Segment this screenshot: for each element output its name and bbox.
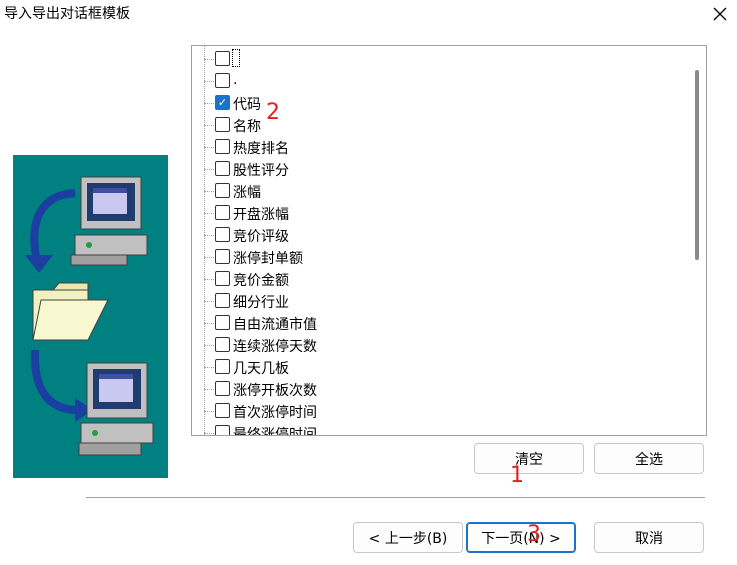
tree-stub xyxy=(204,323,214,324)
item-checkbox[interactable] xyxy=(215,315,230,330)
item-checkbox[interactable] xyxy=(215,161,230,176)
computer-icon-bottom xyxy=(78,362,154,456)
item-label: 连续涨停天数 xyxy=(233,339,317,355)
list-item[interactable]: 涨停封单额 xyxy=(192,246,682,268)
item-checkbox[interactable] xyxy=(215,271,230,286)
item-checkbox[interactable] xyxy=(215,381,230,396)
check-icon: ✓ xyxy=(217,96,228,109)
divider xyxy=(86,497,705,498)
clear-button[interactable]: 清空 xyxy=(474,443,584,474)
scrollbar[interactable] xyxy=(692,46,705,435)
list-item[interactable]: 细分行业 xyxy=(192,290,682,312)
item-checkbox[interactable] xyxy=(215,403,230,418)
list-item[interactable]: 竞价金额 xyxy=(192,268,682,290)
list-item[interactable]: 几天几板 xyxy=(192,356,682,378)
tree-stub xyxy=(204,257,214,258)
item-checkbox[interactable]: ✓ xyxy=(215,95,230,110)
tree-stub xyxy=(204,213,214,214)
title-bar: 导入导出对话框模板 xyxy=(0,0,737,28)
item-label: 竞价金额 xyxy=(233,273,289,289)
wizard-illustration xyxy=(13,155,168,478)
arrow-icon-bottom xyxy=(30,349,79,414)
tree-stub xyxy=(204,367,214,368)
item-label: 自由流通市值 xyxy=(233,317,317,333)
tree-stub xyxy=(204,389,214,390)
tree-stub xyxy=(204,59,214,60)
item-label: 涨幅 xyxy=(233,185,261,201)
select-all-button[interactable]: 全选 xyxy=(594,443,704,474)
annotation-2: 2 xyxy=(266,100,280,125)
tree-stub xyxy=(204,191,214,192)
arrow-icon-top xyxy=(30,189,76,266)
item-checkbox[interactable] xyxy=(215,205,230,220)
tree-stub xyxy=(204,169,214,170)
close-icon xyxy=(713,7,726,21)
computer-icon-top xyxy=(70,176,148,266)
item-label: 股性评分 xyxy=(233,163,289,179)
item-label: 几天几板 xyxy=(233,361,289,377)
item-label: 细分行业 xyxy=(233,295,289,311)
item-label: . xyxy=(233,72,238,88)
item-label: 开盘涨幅 xyxy=(233,207,289,223)
item-checkbox[interactable] xyxy=(215,73,230,88)
dialog-title: 导入导出对话框模板 xyxy=(4,6,130,22)
tree-stub xyxy=(204,147,214,148)
list-item[interactable]: 连续涨停天数 xyxy=(192,334,682,356)
item-label: 首次涨停时间 xyxy=(233,405,317,421)
item-label: 竞价评级 xyxy=(233,229,289,245)
tree-stub xyxy=(204,433,214,434)
item-label: 涨停封单额 xyxy=(233,251,303,267)
tree-stub xyxy=(204,81,214,82)
list-item[interactable]: 竞价评级 xyxy=(192,224,682,246)
tree-stub xyxy=(204,301,214,302)
item-checkbox[interactable] xyxy=(215,183,230,198)
item-label: 代码 xyxy=(233,97,261,113)
item-label: 名称 xyxy=(233,119,261,135)
scrollbar-thumb[interactable] xyxy=(695,70,699,260)
tree-stub xyxy=(204,345,214,346)
tree-stub xyxy=(204,125,214,126)
annotation-3: 3 xyxy=(527,522,541,547)
item-label: 最终涨停时间 xyxy=(233,427,317,436)
item-checkbox[interactable] xyxy=(215,359,230,374)
tree-stub xyxy=(204,103,214,104)
annotation-1: 1 xyxy=(510,463,524,488)
item-checkbox[interactable] xyxy=(215,293,230,308)
list-item[interactable]: 开盘涨幅 xyxy=(192,202,682,224)
list-item[interactable]: 自由流通市值 xyxy=(192,312,682,334)
item-checkbox[interactable] xyxy=(215,117,230,132)
list-item[interactable]: 股性评分 xyxy=(192,158,682,180)
item-checkbox[interactable] xyxy=(215,425,230,435)
item-checkbox[interactable] xyxy=(215,139,230,154)
next-button[interactable]: 下一页(N) > xyxy=(466,522,576,553)
item-checkbox[interactable] xyxy=(215,227,230,242)
tree-stub xyxy=(204,279,214,280)
list-item[interactable]: 涨幅 xyxy=(192,180,682,202)
tree-stub xyxy=(204,235,214,236)
item-label: 热度排名 xyxy=(233,141,289,157)
close-button[interactable] xyxy=(702,0,737,28)
list-item[interactable]: 最终涨停时间 xyxy=(192,422,682,436)
list-item[interactable]: 涨停开板次数 xyxy=(192,378,682,400)
tree-stub xyxy=(204,411,214,412)
item-label xyxy=(232,49,240,67)
list-item[interactable]: 首次涨停时间 xyxy=(192,400,682,422)
item-checkbox[interactable] xyxy=(215,51,230,66)
item-checkbox[interactable] xyxy=(215,249,230,264)
item-checkbox[interactable] xyxy=(215,337,230,352)
list-item[interactable]: 热度排名 xyxy=(192,136,682,158)
cancel-button[interactable]: 取消 xyxy=(594,522,704,553)
list-item[interactable] xyxy=(192,48,682,70)
folder-icon xyxy=(32,282,109,341)
item-label: 涨停开板次数 xyxy=(233,383,317,399)
back-button[interactable]: < 上一步(B) xyxy=(353,522,463,553)
list-item[interactable]: . xyxy=(192,70,682,92)
